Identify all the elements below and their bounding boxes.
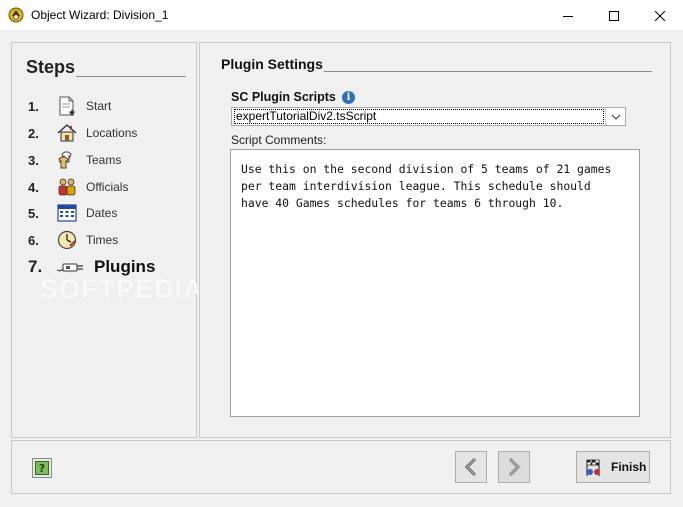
close-button[interactable] (637, 0, 683, 31)
step-dates[interactable]: 5. Dates (28, 202, 117, 224)
calendar-icon (56, 202, 78, 224)
plugin-settings-title: Plugin Settings (221, 56, 323, 72)
maximize-icon (609, 10, 619, 21)
step-label: Dates (86, 206, 118, 220)
help-icon: ? (35, 461, 49, 475)
steps-title: Steps (26, 57, 76, 77)
plugin-settings-panel: Plugin Settings SC Plugin Scripts i expe… (199, 42, 671, 438)
steps-panel: Steps 1. Start 2. Locations 3. Teams 4. … (11, 42, 203, 438)
back-button[interactable] (455, 451, 487, 483)
dropdown-arrow-button[interactable] (605, 108, 625, 125)
plugin-scripts-label: SC Plugin Scripts (231, 90, 336, 104)
step-locations[interactable]: 2. Locations (28, 122, 137, 144)
button-bar: ? Finish (11, 440, 671, 494)
shirts-icon (56, 149, 78, 171)
title-bar: Object Wizard: Division_1 (0, 0, 683, 31)
window-title: Object Wizard: Division_1 (31, 8, 169, 22)
step-label: Locations (86, 126, 138, 140)
finish-button[interactable]: Finish (576, 451, 650, 483)
wizard-client: Steps 1. Start 2. Locations 3. Teams 4. … (0, 31, 683, 507)
script-comments-textarea[interactable]: Use this on the second division of 5 tea… (230, 149, 640, 417)
step-times[interactable]: 6. Times (28, 229, 118, 251)
watermark: SOFTPEDIA (40, 274, 204, 304)
script-comments-label: Script Comments: (231, 133, 327, 147)
minimize-button[interactable] (545, 0, 591, 31)
step-teams[interactable]: 3. Teams (28, 149, 121, 171)
svg-text:?: ? (39, 462, 45, 475)
plugin-script-value: expertTutorialDiv2.tsScript (234, 109, 604, 124)
step-label: Times (86, 233, 119, 247)
plugin-settings-divider (324, 71, 652, 72)
close-icon (655, 10, 665, 21)
step-officials[interactable]: 4. Officials (28, 176, 128, 198)
app-icon (8, 7, 24, 23)
step-number: 6. (28, 232, 39, 248)
step-number: 3. (28, 152, 39, 168)
help-button[interactable]: ? (32, 458, 52, 478)
finish-label: Finish (611, 460, 647, 474)
next-button[interactable] (498, 451, 530, 483)
step-label: Teams (86, 153, 122, 167)
minimize-icon (563, 15, 573, 17)
chevron-down-icon (611, 114, 620, 120)
steps-divider (76, 76, 186, 77)
people-icon (56, 176, 78, 198)
maximize-button[interactable] (591, 0, 637, 31)
chevron-right-icon (508, 457, 521, 477)
chevron-left-icon (464, 457, 477, 477)
finish-flags-icon (586, 459, 600, 476)
clock-icon (56, 229, 78, 251)
document-star-icon (56, 95, 78, 117)
info-icon[interactable]: i (342, 91, 355, 104)
step-number: 5. (28, 205, 39, 221)
step-number: 2. (28, 125, 39, 141)
step-label: Start (86, 99, 112, 113)
step-start[interactable]: 1. Start (28, 95, 111, 117)
house-icon (56, 122, 78, 144)
step-label: Officials (86, 180, 129, 194)
step-number: 1. (28, 98, 39, 114)
step-number: 4. (28, 179, 39, 195)
plugin-script-select[interactable]: expertTutorialDiv2.tsScript (231, 107, 626, 126)
